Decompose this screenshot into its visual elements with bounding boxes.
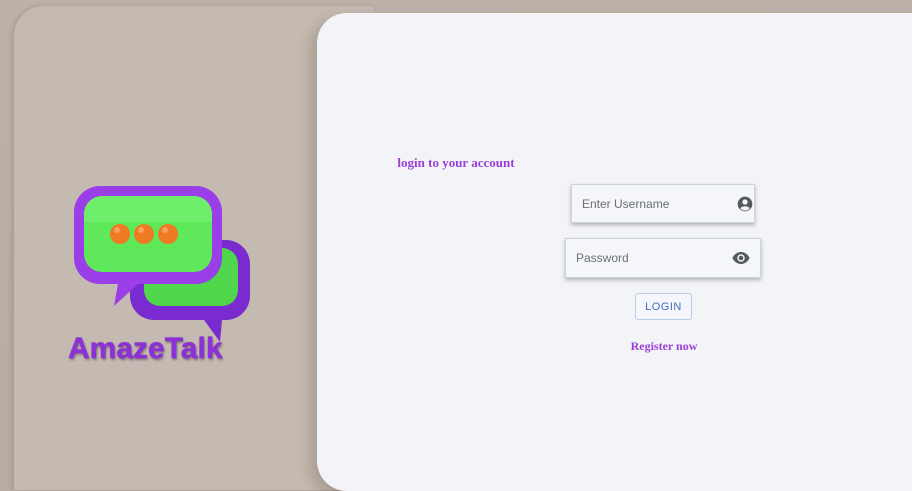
eye-icon[interactable] xyxy=(732,249,750,267)
username-input[interactable] xyxy=(572,185,737,222)
register-link[interactable]: Register now xyxy=(631,339,698,353)
form-title: login to your account xyxy=(397,155,515,170)
password-field[interactable] xyxy=(565,238,761,278)
username-field[interactable] xyxy=(571,184,755,223)
register-container: Register now xyxy=(0,337,912,355)
account-circle-icon xyxy=(737,195,753,213)
login-button[interactable]: LOGIN xyxy=(635,293,692,320)
app-background: AmazeTalk login to your account LOGIN Re… xyxy=(0,0,912,491)
password-input[interactable] xyxy=(566,239,732,277)
